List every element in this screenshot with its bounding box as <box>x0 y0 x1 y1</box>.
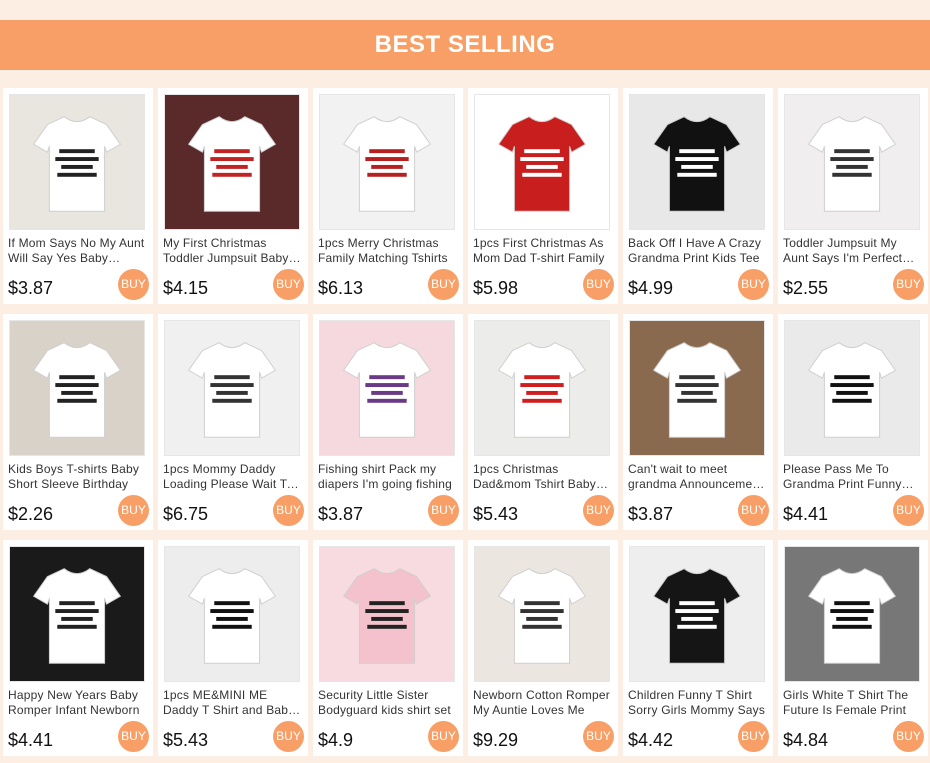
product-title[interactable]: If Mom Says No My Aunt Will Say Yes Baby… <box>8 236 146 266</box>
product-card[interactable]: Can't wait to meet grandma Announcement … <box>623 314 773 530</box>
product-title[interactable]: Girls White T Shirt The Future Is Female… <box>783 688 921 718</box>
product-card[interactable]: Fishing shirt Pack my diapers I'm going … <box>313 314 463 530</box>
product-title[interactable]: Back Off I Have A Crazy Grandma Print Ki… <box>628 236 766 266</box>
product-price: $2.26 <box>8 504 54 524</box>
product-image[interactable] <box>784 546 920 682</box>
product-price: $4.99 <box>628 278 674 298</box>
product-card[interactable]: Security Little Sister Bodyguard kids sh… <box>313 540 463 756</box>
product-card[interactable]: Toddler Jumpsuit My Aunt Says I'm Perfec… <box>778 88 928 304</box>
buy-button[interactable]: BUY <box>118 721 149 752</box>
buy-button[interactable]: BUY <box>428 721 459 752</box>
product-price: $4.41 <box>783 504 829 524</box>
product-image[interactable] <box>474 94 610 230</box>
product-price: $5.98 <box>473 278 519 298</box>
product-price: $3.87 <box>628 504 674 524</box>
buy-button[interactable]: BUY <box>583 495 614 526</box>
product-image[interactable] <box>784 94 920 230</box>
product-title[interactable]: Newborn Cotton Romper My Auntie Loves Me <box>473 688 611 718</box>
product-image[interactable] <box>629 320 765 456</box>
product-price: $4.84 <box>783 730 829 750</box>
buy-button[interactable]: BUY <box>273 495 304 526</box>
product-card[interactable]: Children Funny T Shirt Sorry Girls Mommy… <box>623 540 773 756</box>
product-image[interactable] <box>9 94 145 230</box>
product-title[interactable]: Kids Boys T-shirts Baby Short Sleeve Bir… <box>8 462 146 492</box>
product-price: $3.87 <box>8 278 54 298</box>
buy-button[interactable]: BUY <box>583 269 614 300</box>
product-title[interactable]: Can't wait to meet grandma Announcement … <box>628 462 766 492</box>
product-title[interactable]: My First Christmas Toddler Jumpsuit Baby… <box>163 236 301 266</box>
product-price: $9.29 <box>473 730 519 750</box>
buy-button[interactable]: BUY <box>893 495 924 526</box>
product-price: $6.75 <box>163 504 209 524</box>
buy-button[interactable]: BUY <box>893 721 924 752</box>
product-card[interactable]: Back Off I Have A Crazy Grandma Print Ki… <box>623 88 773 304</box>
product-image[interactable] <box>629 546 765 682</box>
product-card[interactable]: Happy New Years Baby Romper Infant Newbo… <box>3 540 153 756</box>
buy-button[interactable]: BUY <box>118 269 149 300</box>
product-image[interactable] <box>784 320 920 456</box>
product-price: $4.9 <box>318 730 354 750</box>
buy-button[interactable]: BUY <box>738 721 769 752</box>
buy-button[interactable]: BUY <box>273 721 304 752</box>
product-price: $2.55 <box>783 278 829 298</box>
product-image[interactable] <box>629 94 765 230</box>
product-title[interactable]: 1pcs ME&MINI ME Daddy T Shirt and Baby R… <box>163 688 301 718</box>
product-card[interactable]: Please Pass Me To Grandma Print Funny Ro… <box>778 314 928 530</box>
buy-button[interactable]: BUY <box>583 721 614 752</box>
product-price: $4.15 <box>163 278 209 298</box>
product-card[interactable]: 1pcs Christmas Dad&mom Tshirt Baby Rompe… <box>468 314 618 530</box>
product-image[interactable] <box>9 320 145 456</box>
buy-button[interactable]: BUY <box>273 269 304 300</box>
product-card[interactable]: Girls White T Shirt The Future Is Female… <box>778 540 928 756</box>
buy-button[interactable]: BUY <box>738 495 769 526</box>
product-card[interactable]: 1pcs First Christmas As Mom Dad T-shirt … <box>468 88 618 304</box>
product-card[interactable]: 1pcs Mommy Daddy Loading Please Wait T-s… <box>158 314 308 530</box>
product-image[interactable] <box>474 546 610 682</box>
product-title[interactable]: 1pcs Christmas Dad&mom Tshirt Baby Rompe… <box>473 462 611 492</box>
buy-button[interactable]: BUY <box>893 269 924 300</box>
product-grid: If Mom Says No My Aunt Will Say Yes Baby… <box>3 88 930 756</box>
product-image[interactable] <box>164 94 300 230</box>
product-price: $3.87 <box>318 504 364 524</box>
product-title[interactable]: Fishing shirt Pack my diapers I'm going … <box>318 462 456 492</box>
product-card[interactable]: Kids Boys T-shirts Baby Short Sleeve Bir… <box>3 314 153 530</box>
product-title[interactable]: Toddler Jumpsuit My Aunt Says I'm Perfec… <box>783 236 921 266</box>
product-title[interactable]: Security Little Sister Bodyguard kids sh… <box>318 688 456 718</box>
product-price: $4.42 <box>628 730 674 750</box>
product-title[interactable]: 1pcs Mommy Daddy Loading Please Wait T-s… <box>163 462 301 492</box>
buy-button[interactable]: BUY <box>738 269 769 300</box>
product-image[interactable] <box>9 546 145 682</box>
product-image[interactable] <box>319 320 455 456</box>
product-image[interactable] <box>474 320 610 456</box>
product-image[interactable] <box>164 320 300 456</box>
product-card[interactable]: Newborn Cotton Romper My Auntie Loves Me… <box>468 540 618 756</box>
buy-button[interactable]: BUY <box>118 495 149 526</box>
buy-button[interactable]: BUY <box>428 495 459 526</box>
product-price: $4.41 <box>8 730 54 750</box>
product-title[interactable]: 1pcs Merry Christmas Family Matching Tsh… <box>318 236 456 266</box>
product-title[interactable]: Please Pass Me To Grandma Print Funny Ro… <box>783 462 921 492</box>
buy-button[interactable]: BUY <box>428 269 459 300</box>
best-selling-banner: BEST SELLING <box>0 20 930 70</box>
product-card[interactable]: 1pcs ME&MINI ME Daddy T Shirt and Baby R… <box>158 540 308 756</box>
product-price: $5.43 <box>163 730 209 750</box>
product-card[interactable]: My First Christmas Toddler Jumpsuit Baby… <box>158 88 308 304</box>
product-title[interactable]: Happy New Years Baby Romper Infant Newbo… <box>8 688 146 718</box>
product-card[interactable]: If Mom Says No My Aunt Will Say Yes Baby… <box>3 88 153 304</box>
product-price: $5.43 <box>473 504 519 524</box>
product-price: $6.13 <box>318 278 364 298</box>
product-image[interactable] <box>319 546 455 682</box>
product-image[interactable] <box>164 546 300 682</box>
product-card[interactable]: 1pcs Merry Christmas Family Matching Tsh… <box>313 88 463 304</box>
product-image[interactable] <box>319 94 455 230</box>
product-title[interactable]: Children Funny T Shirt Sorry Girls Mommy… <box>628 688 766 718</box>
product-title[interactable]: 1pcs First Christmas As Mom Dad T-shirt … <box>473 236 611 266</box>
